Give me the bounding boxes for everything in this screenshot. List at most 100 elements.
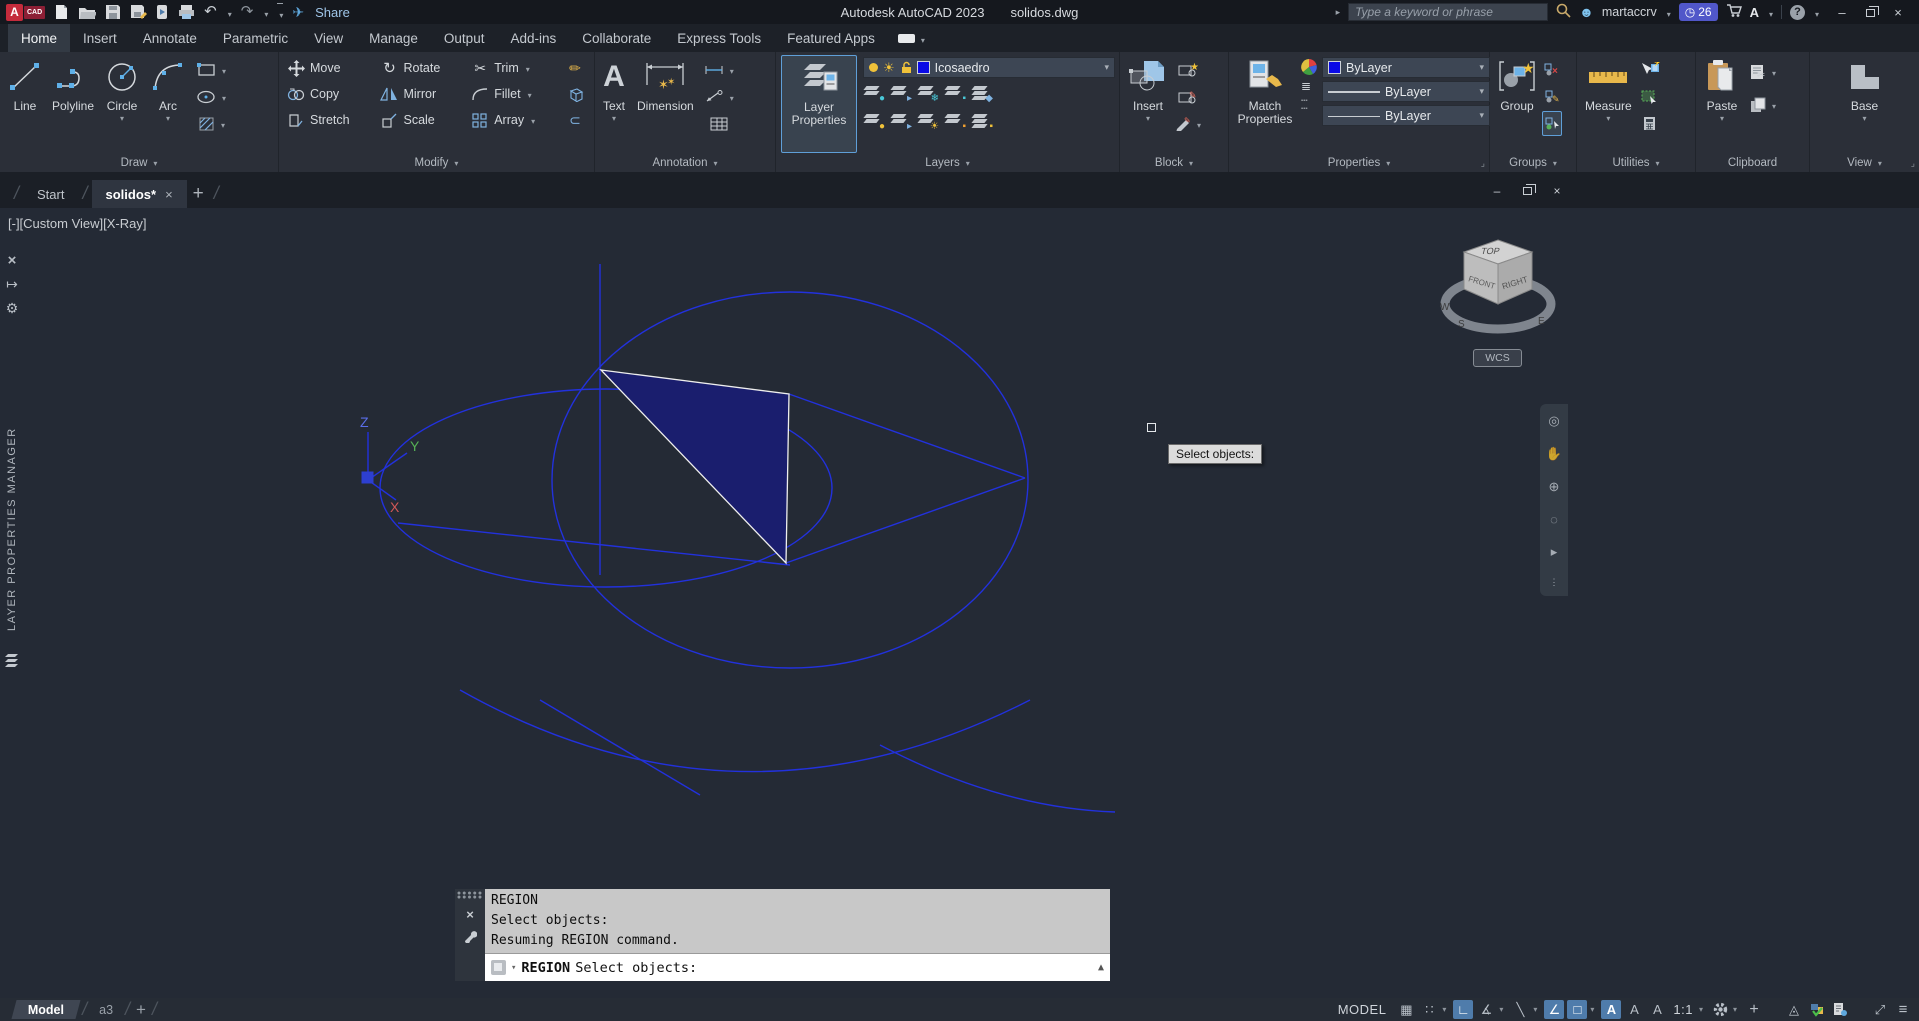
arc-button[interactable]: Arc ▾ [147, 55, 189, 153]
ellipse-tool-button[interactable] [197, 84, 226, 109]
user-avatar-icon[interactable]: ☻ [1579, 4, 1594, 20]
customize-qat-icon[interactable] [277, 3, 284, 21]
object-snap-tracking-toggle[interactable]: ∠ [1544, 1000, 1565, 1019]
viewcube[interactable]: TOP FRONT RIGHT W S E [1438, 234, 1560, 344]
wcs-selector[interactable]: WCS [1473, 349, 1522, 367]
color-wheel-icon[interactable] [1301, 59, 1317, 75]
layer-freeze-icon[interactable]: ❄ [917, 85, 939, 104]
palette-settings-gear-icon[interactable]: ⚙ [0, 296, 24, 320]
plot-icon[interactable] [178, 3, 195, 21]
ortho-mode-toggle[interactable]: ∟ [1453, 1000, 1474, 1019]
layer-match-icon[interactable]: ▪ [971, 113, 993, 132]
share-plane-icon[interactable]: ✈ [292, 4, 304, 21]
workspace-dropdown-icon[interactable]: ▾ [1733, 1005, 1741, 1014]
panel-label-modify[interactable]: Modify [279, 153, 594, 172]
polar-dropdown-icon[interactable]: ▾ [1499, 1005, 1507, 1014]
construction-line-2[interactable] [397, 522, 791, 566]
etransmit-icon[interactable] [156, 3, 169, 21]
new-file-icon[interactable] [54, 3, 69, 21]
measure-button[interactable]: Measure ▾ [1582, 55, 1635, 153]
autodesk-dropdown-icon[interactable] [1767, 5, 1773, 20]
isodraft-toggle[interactable]: ╲ [1510, 1000, 1530, 1019]
scale-button[interactable]: Scale [377, 107, 460, 133]
lineweight-icon[interactable]: ≣ [1301, 80, 1317, 92]
cut-button[interactable]: ✂ [1749, 59, 1776, 84]
circle-button[interactable]: Circle ▾ [101, 55, 143, 153]
command-input-line[interactable]: ▾ REGION Select objects: ▲ [485, 953, 1110, 981]
redo-dropdown-icon[interactable] [262, 5, 268, 20]
triangle-edge-lower[interactable] [785, 477, 1026, 564]
polar-tracking-toggle[interactable]: ∡ [1476, 1000, 1496, 1019]
properties-expander-icon[interactable]: ⌟ [1481, 158, 1485, 169]
command-customize-wrench-icon[interactable] [463, 929, 477, 943]
group-selection-toggle[interactable] [1542, 111, 1562, 136]
layer-thaw-sun-icon[interactable]: ☀ [883, 60, 895, 76]
snap-dropdown-icon[interactable]: ▾ [1442, 1005, 1450, 1014]
object-snap-toggle[interactable]: □ [1567, 1000, 1588, 1019]
dimension-button[interactable]: ✶ ✶ Dimension [634, 55, 697, 153]
search-expand-icon[interactable]: ▸ [1336, 7, 1341, 18]
line-button[interactable]: Line [5, 55, 45, 153]
layer-on-bulb-icon[interactable] [869, 63, 878, 72]
group-button[interactable]: ★ Group [1495, 55, 1539, 153]
layer-on-icon[interactable]: ● [863, 113, 885, 132]
layer-combo-caret-icon[interactable]: ▾ [1104, 62, 1109, 73]
layer-properties-button[interactable]: Layer Properties [781, 55, 857, 153]
linetype-icon[interactable]: ┄ ┄ [1301, 96, 1317, 115]
search-input[interactable] [1348, 3, 1549, 21]
layer-color-swatch[interactable] [916, 61, 930, 74]
showmotion-icon[interactable]: ▸ [1551, 544, 1558, 560]
close-button[interactable]: × [1891, 5, 1905, 20]
help-icon[interactable]: ? [1789, 4, 1805, 20]
tab-home[interactable]: Home [8, 24, 71, 52]
drawing-area[interactable]: Z Y X [-][Custom View][X-Ray] × ↦ ⚙ LAYE… [0, 208, 1919, 998]
mirror-button[interactable]: Mirror [377, 81, 460, 107]
minimize-button[interactable]: – [1835, 5, 1849, 20]
tab-add-ins[interactable]: Add-ins [497, 24, 569, 52]
triangle-edge-upper[interactable] [788, 393, 1026, 479]
group-edit-button[interactable]: ✎ [1542, 84, 1562, 109]
tab-view[interactable]: View [301, 24, 356, 52]
ribbon-display-toggle[interactable] [897, 24, 925, 52]
annotation-scale-icon[interactable]: A [1647, 1000, 1667, 1019]
drawing-minimize-button[interactable]: – [1490, 184, 1504, 198]
panel-label-view[interactable]: View ⌟ [1810, 153, 1919, 172]
new-drawing-tab-button[interactable]: + [193, 183, 204, 205]
viewport-controls[interactable]: [-][Custom View][X-Ray] [8, 216, 146, 231]
workspace-gear-icon[interactable] [1710, 1000, 1730, 1019]
ucs-icon[interactable]: Z Y X [360, 414, 420, 515]
customization-plus-button[interactable]: + [1744, 1000, 1764, 1019]
command-tool-icon[interactable] [491, 960, 506, 975]
customization-menu-icon[interactable]: ≡ [1893, 1000, 1913, 1019]
layer-isolate-icon[interactable]: ▸ [890, 85, 912, 104]
tab-featured-apps[interactable]: Featured Apps [774, 24, 888, 52]
3d-box-button[interactable] [563, 81, 589, 107]
annotation-autoscale-toggle[interactable]: A [1624, 1000, 1644, 1019]
panel-label-block[interactable]: Block [1120, 153, 1228, 172]
username[interactable]: martaccrv [1602, 5, 1657, 19]
annotation-monitor-icon[interactable] [1830, 1000, 1850, 1019]
undo-icon[interactable]: ↶ [204, 3, 217, 21]
tab-manage[interactable]: Manage [356, 24, 431, 52]
trim-button[interactable]: ✂ Trim [468, 55, 555, 81]
drawing-geometry[interactable]: Z Y X [0, 208, 1919, 998]
share-button[interactable]: Share [315, 5, 350, 20]
quick-select-button[interactable]: ⚡ [1640, 57, 1660, 82]
linear-dimension-button[interactable] [705, 57, 734, 82]
panel-label-annotation[interactable]: Annotation [595, 153, 775, 172]
layer-thaw-icon[interactable]: ☀ [917, 113, 939, 132]
command-options-caret-icon[interactable]: ▾ [511, 963, 516, 973]
palette-close-icon[interactable]: × [0, 248, 24, 272]
panel-label-draw[interactable]: Draw [0, 153, 278, 172]
layer-selector-combo[interactable]: ☀ Icosaedro ▾ [863, 57, 1115, 78]
tab-insert[interactable]: Insert [70, 24, 130, 52]
command-expand-icon[interactable]: ▲ [1098, 962, 1104, 973]
make-current-layer-icon[interactable]: ◆ [971, 85, 993, 104]
help-dropdown-icon[interactable] [1813, 5, 1819, 20]
insert-button[interactable]: Insert ▾ [1125, 55, 1171, 153]
model-tab[interactable]: Model [11, 1000, 81, 1019]
fillet-button[interactable]: Fillet [468, 81, 555, 107]
offset-button[interactable]: ⊂ [563, 107, 589, 133]
edit-attributes-button[interactable]: ✎ [1175, 111, 1201, 136]
open-folder-icon[interactable] [78, 3, 97, 21]
